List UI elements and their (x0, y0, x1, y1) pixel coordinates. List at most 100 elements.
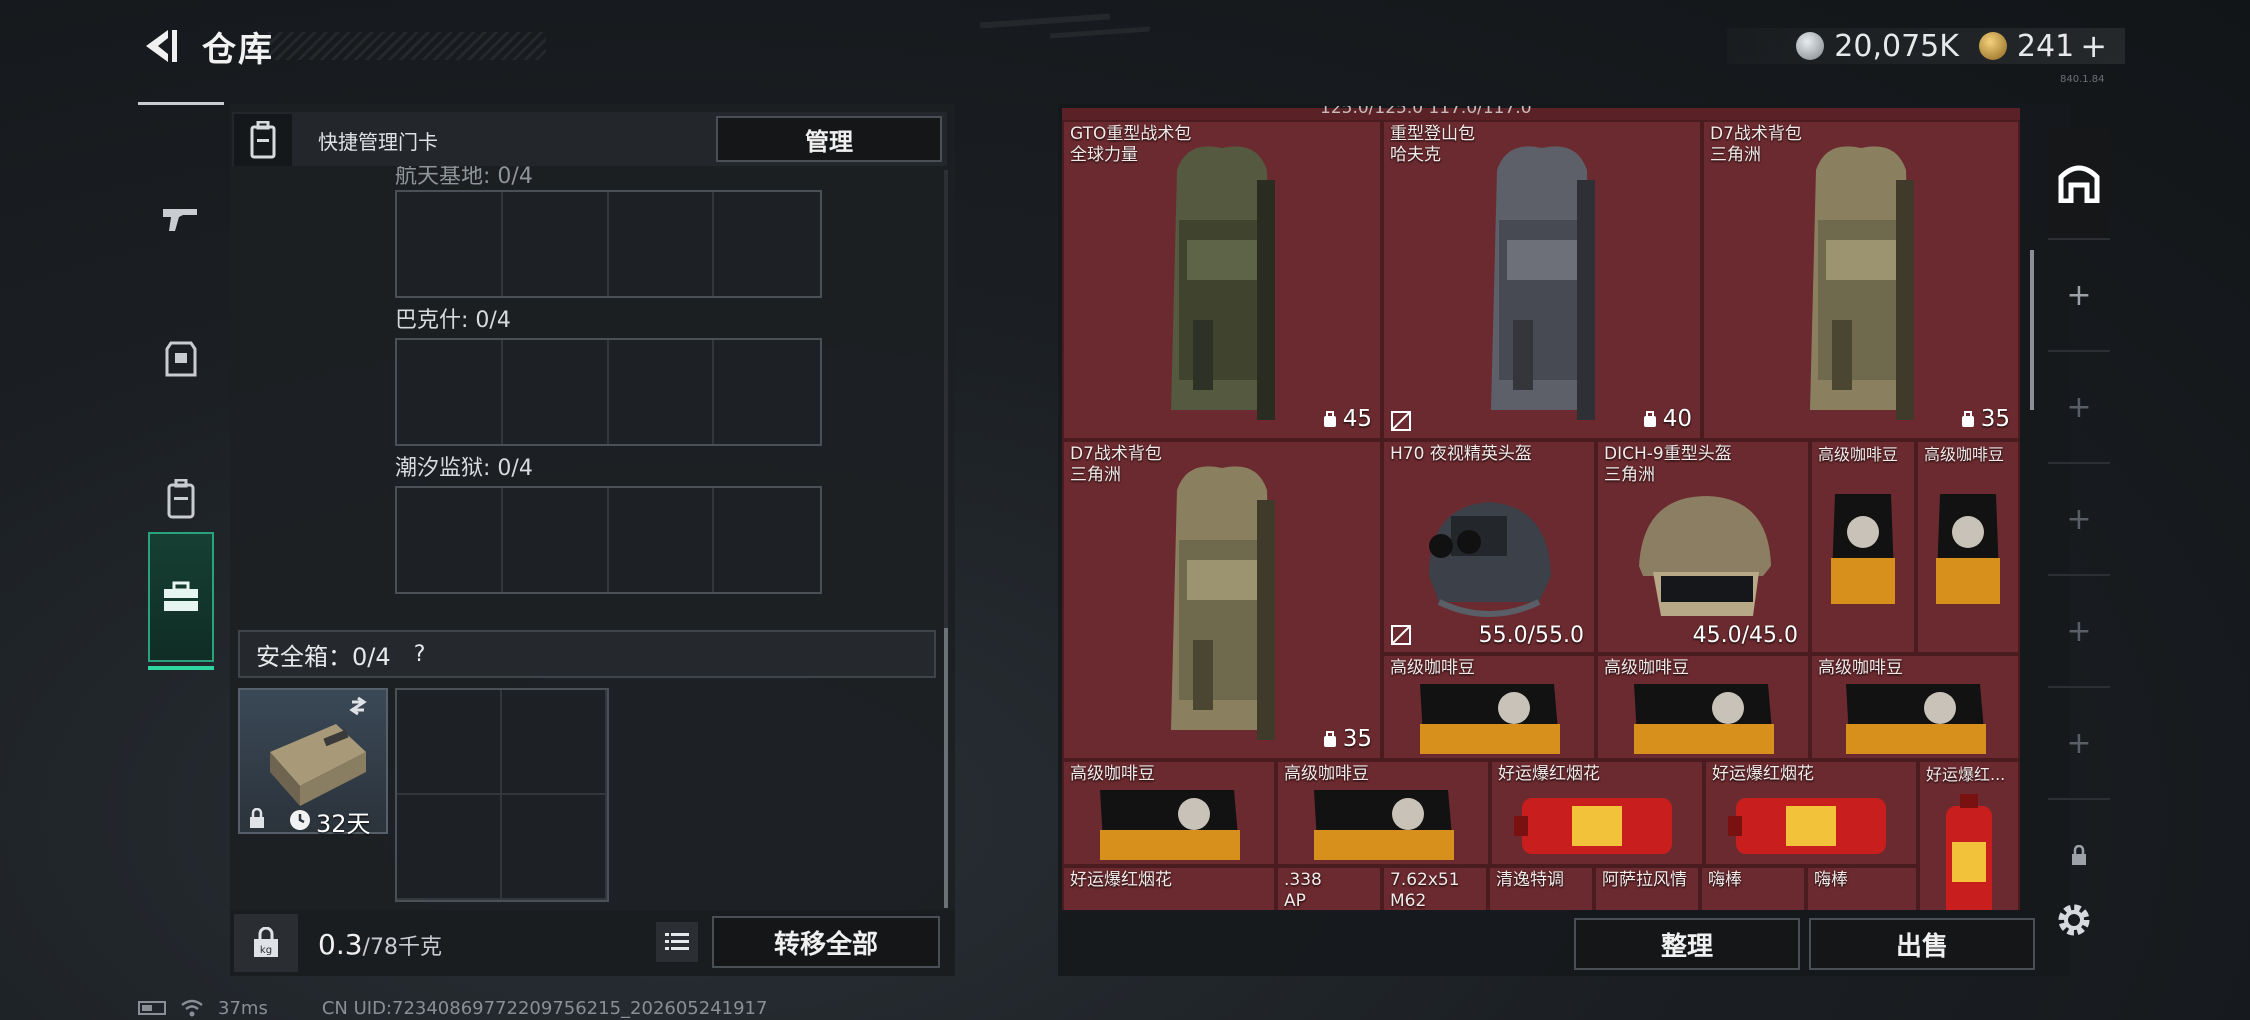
sort-button[interactable]: 整理 (1574, 918, 1800, 970)
stash-page-add[interactable]: + (2048, 576, 2110, 688)
settings-button[interactable] (2052, 898, 2096, 942)
safe-box-slots[interactable] (395, 688, 609, 902)
safe-box-header: 安全箱：0/4 ? (238, 630, 936, 678)
stash-page-add[interactable]: + (2048, 688, 2110, 800)
stash-item-highball[interactable]: 嗨棒 (1806, 866, 1918, 910)
durability-value: 45.0/45.0 (1692, 623, 1798, 648)
help-icon[interactable]: ? (405, 639, 435, 669)
battery-icon (138, 1001, 166, 1015)
backpack-icon (167, 479, 195, 519)
gun-icon (163, 209, 197, 231)
sell-button[interactable]: 出售 (1809, 918, 2035, 970)
helmet-image (1639, 496, 1771, 616)
keycard-slots-bakhsh[interactable] (395, 338, 822, 446)
helmet-image (1429, 502, 1551, 617)
back-button[interactable] (138, 24, 182, 68)
stash-item-asala[interactable]: 阿萨拉风情 (1594, 866, 1700, 910)
keycard-slots-prison[interactable] (395, 486, 822, 594)
stash-page-rail: + + + + + (2048, 128, 2110, 928)
stash-item-backpack-d7[interactable]: D7战术背包 三角洲 35 (1702, 120, 2020, 440)
silver-coin-icon (1796, 32, 1825, 60)
carry-weight: 0.3/78千克 (318, 928, 442, 961)
manage-button[interactable]: 管理 (716, 116, 942, 162)
stash-item-firework[interactable]: 好运爆红烟花 (1062, 866, 1276, 910)
rail-weapons[interactable] (138, 154, 224, 284)
firework-image (1728, 798, 1886, 854)
coffee-bag-image (1634, 684, 1774, 754)
coffee-bag-image (1420, 684, 1560, 754)
lock-icon (250, 808, 264, 828)
list-icon (665, 933, 689, 950)
stash-item-firework[interactable]: 好运爆红烟花 (1490, 760, 1704, 866)
capacity-value: 45 (1342, 406, 1372, 432)
coffee-bag-image (1831, 494, 1895, 604)
stash-item-backpack-d7-2[interactable]: D7战术背包 三角洲 35 (1062, 440, 1382, 760)
stash-item-ammo-338[interactable]: .338 AP (1276, 866, 1382, 910)
status-bar: 37ms CN UID:72340869772209756215_2026052… (138, 996, 767, 1020)
stash-page-add[interactable]: + (2048, 352, 2110, 464)
backpack-image (1171, 146, 1275, 420)
weight-icon: kg (254, 927, 278, 957)
lock-icon (2072, 845, 2086, 865)
section-label-bakhsh: 巴克什: 0/4 (395, 308, 511, 333)
stash-scrollbar[interactable] (2030, 250, 2034, 410)
gold-coin-icon (1978, 32, 2007, 60)
gear-icon (2058, 904, 2090, 936)
toolbox-icon (164, 581, 198, 611)
quick-manage-label: 快捷管理门卡 (318, 130, 438, 154)
backpack-image (1491, 146, 1595, 420)
stash-item-helmet-dich9[interactable]: DICH-9重型头盔 三角洲 45.0/45.0 (1596, 440, 1810, 654)
stash-page-add[interactable]: + (2048, 240, 2110, 352)
armor-icon (165, 341, 197, 377)
firework-image (1514, 798, 1672, 854)
add-currency-button[interactable]: + (2080, 27, 2107, 65)
firework-image (1946, 794, 1992, 910)
stash-item-coffee[interactable]: 高级咖啡豆 (1382, 654, 1596, 760)
weight-lock-button[interactable]: kg (234, 914, 298, 972)
coffee-bag-image (1100, 790, 1240, 860)
page-title: 仓库 (202, 30, 274, 70)
stash-item-firework[interactable]: 好运爆红... (1918, 760, 2020, 910)
clock-icon (290, 810, 310, 830)
stash-page-main[interactable] (2048, 128, 2110, 240)
keycard-slots-1[interactable] (395, 190, 822, 298)
stash-item-coffee[interactable]: 高级咖啡豆 (1810, 440, 1916, 654)
back-arrow-icon (146, 30, 177, 62)
keycard-icon (234, 114, 292, 166)
title-decoration (268, 32, 546, 60)
left-scroll-thumb[interactable] (944, 628, 948, 908)
user-uid: CN UID:72340869772209756215_202605241917 (321, 997, 768, 1019)
stash-item-backpack-gto[interactable]: GTO重型战术包 全球力量 45 (1062, 120, 1382, 440)
rail-armor[interactable] (138, 294, 224, 424)
silver-amount: 20,075K (1834, 28, 1959, 64)
stash-item-drink[interactable]: 清逸特调 (1488, 866, 1594, 910)
stash-item-ammo-762[interactable]: 7.62x51 M62 (1382, 866, 1488, 910)
stash-page-add[interactable]: + (2048, 464, 2110, 576)
stash-item-coffee[interactable]: 高级咖啡豆 (1596, 654, 1810, 760)
stash-item-highball[interactable]: 嗨棒 (1700, 866, 1806, 910)
stash-page-locked[interactable] (2048, 800, 2110, 912)
stash-item-coffee[interactable]: 高级咖啡豆 (1916, 440, 2020, 654)
capacity-value: 40 (1662, 406, 1692, 432)
currency-bar: 20,075K 241 + (1727, 27, 2125, 65)
coffee-bag-image (1314, 790, 1454, 860)
stash-item-coffee[interactable]: 高级咖啡豆 (1276, 760, 1490, 866)
stash-item-firework[interactable]: 好运爆红烟花 (1704, 760, 1918, 866)
coffee-bag-image (1936, 494, 2000, 604)
stash-item-helmet-h70[interactable]: H70 夜视精英头盔 55.0/55.0 (1382, 440, 1596, 654)
coffee-bag-image (1846, 684, 1986, 754)
list-view-button[interactable] (656, 922, 698, 962)
stash-item-coffee[interactable]: 高级咖啡豆 (1062, 760, 1276, 866)
section-label-prison: 潮汐监狱: 0/4 (395, 456, 533, 481)
wifi-icon (181, 999, 203, 1017)
safe-box-duration: 32天 (316, 810, 371, 838)
capacity-value: 35 (1342, 726, 1372, 752)
transfer-all-button[interactable]: 转移全部 (712, 916, 940, 968)
durability-value: 55.0/55.0 (1478, 623, 1584, 648)
safe-box-item[interactable]: 32天 (238, 688, 388, 838)
backpack-image (1810, 146, 1914, 420)
stash-item-backpack-heavy[interactable]: 重型登山包 哈夫克 40 (1382, 120, 1702, 440)
weight-unit: /78千克 (362, 935, 442, 960)
rail-storage[interactable] (148, 532, 214, 670)
stash-item-coffee[interactable]: 高级咖啡豆 (1810, 654, 2020, 760)
